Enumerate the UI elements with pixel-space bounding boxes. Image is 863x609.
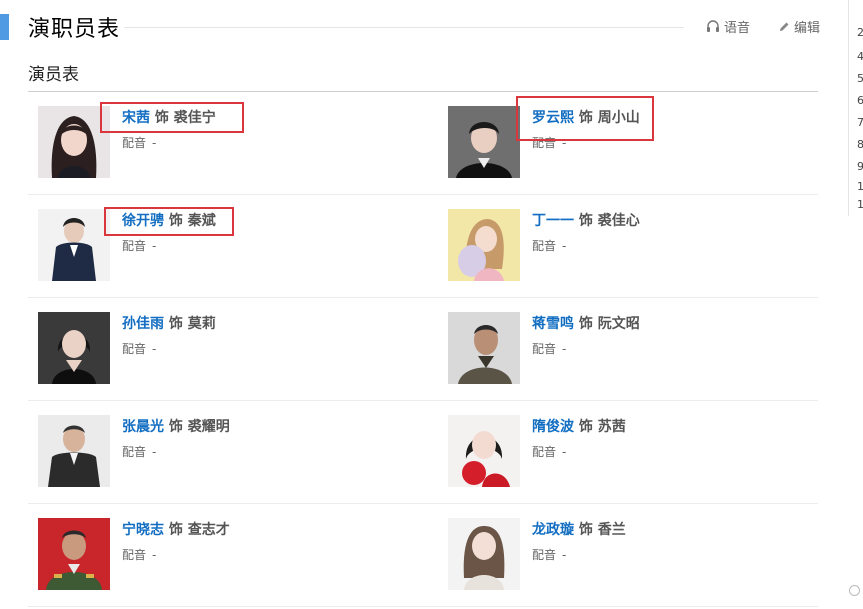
- as-label: 饰: [578, 316, 593, 332]
- highlight-box: [100, 102, 244, 133]
- cast-row: 孙佳雨 饰 莫莉 配音 - 蒋雪鸣 饰 阮文昭 配音 -: [28, 298, 818, 401]
- actor-name-link[interactable]: 蒋雪鸣: [532, 316, 574, 332]
- cast-row: 宋茜 饰 裘佳宁 配音 - 罗云熙 饰 周小山 配音 -: [28, 92, 818, 195]
- cast-item: 徐开骋 饰 秦斌 配音 -: [38, 207, 418, 283]
- actor-name-link[interactable]: 宁晓志: [122, 522, 164, 538]
- actor-photo[interactable]: [448, 312, 520, 384]
- cast-item: 罗云熙 饰 周小山 配音 -: [448, 96, 828, 180]
- actor-photo[interactable]: [38, 518, 110, 590]
- side-panel-char: 8: [857, 138, 863, 151]
- cast-row: 徐开骋 饰 秦斌 配音 - 丁一一 饰 裘佳心 配音 -: [28, 195, 818, 298]
- actor-photo[interactable]: [448, 415, 520, 487]
- role-name: 阮文昭: [597, 316, 640, 332]
- voice-actor-value: -: [562, 239, 567, 253]
- side-panel-char: 4: [857, 50, 863, 63]
- cast-item: 孙佳雨 饰 莫莉 配音 -: [38, 312, 418, 386]
- voice-actor-value: -: [152, 136, 157, 150]
- voice-actor-label: 配音: [122, 239, 147, 253]
- cast-item: 蒋雪鸣 饰 阮文昭 配音 -: [448, 312, 828, 386]
- cast-grid: 宋茜 饰 裘佳宁 配音 - 罗云熙 饰 周小山 配音 - 徐开骋 饰 秦斌 配音…: [28, 92, 818, 607]
- actor-photo[interactable]: [448, 106, 520, 178]
- voice-button[interactable]: 语音: [706, 17, 750, 36]
- role-name: 香兰: [597, 522, 626, 538]
- side-panel-char: 5: [857, 72, 863, 85]
- actor-name-link[interactable]: 孙佳雨: [122, 316, 164, 332]
- voice-actor-value: -: [562, 342, 567, 356]
- highlight-box: [104, 207, 234, 236]
- voice-actor-label: 配音: [122, 548, 147, 562]
- actor-name-link[interactable]: 龙政璇: [532, 522, 574, 538]
- cast-item: 隋俊波 饰 苏茜 配音 -: [448, 415, 828, 489]
- role-name: 查志才: [187, 522, 230, 538]
- voice-actor-label: 配音: [122, 136, 147, 150]
- actor-name-link[interactable]: 隋俊波: [532, 419, 574, 435]
- as-label: 饰: [168, 316, 183, 332]
- actor-photo[interactable]: [38, 415, 110, 487]
- cast-item: 龙政璇 饰 香兰 配音 -: [448, 518, 828, 592]
- role-name: 苏茜: [597, 419, 626, 435]
- cast-item: 张晨光 饰 裘耀明 配音 -: [38, 415, 418, 489]
- cast-row: 张晨光 饰 裘耀明 配音 - 隋俊波 饰 苏茜 配音 -: [28, 401, 818, 504]
- side-panel-char: 7: [857, 116, 863, 129]
- page-title: 演职员表: [28, 17, 121, 42]
- cast-item: 宁晓志 饰 查志才 配音 -: [38, 518, 418, 592]
- side-panel-char: 6: [857, 94, 863, 107]
- section-title: 演员表: [28, 65, 79, 85]
- voice-actor-label: 配音: [122, 342, 147, 356]
- as-label: 饰: [578, 213, 593, 229]
- edit-label: 编辑: [794, 21, 821, 36]
- role-name: 莫莉: [187, 316, 216, 332]
- actor-name-link[interactable]: 丁一一: [532, 213, 574, 229]
- actor-photo[interactable]: [38, 312, 110, 384]
- as-label: 饰: [578, 522, 593, 538]
- voice-actor-value: -: [152, 342, 157, 356]
- voice-actor-label: 配音: [532, 445, 557, 459]
- cast-item: 宋茜 饰 裘佳宁 配音 -: [38, 102, 418, 180]
- role-name: 裘佳心: [597, 213, 640, 229]
- side-panel-char: 2: [857, 26, 863, 39]
- side-panel-char: 9: [857, 160, 863, 173]
- side-panel-char: 1: [857, 198, 863, 211]
- actor-name-link[interactable]: 张晨光: [122, 419, 164, 435]
- cast-item: 丁一一 饰 裘佳心 配音 -: [448, 209, 828, 283]
- voice-actor-value: -: [152, 548, 157, 562]
- voice-actor-value: -: [152, 239, 157, 253]
- headphones-icon: [706, 20, 720, 33]
- as-label: 饰: [578, 419, 593, 435]
- as-label: 饰: [168, 419, 183, 435]
- voice-actor-value: -: [152, 445, 157, 459]
- voice-actor-value: -: [562, 548, 567, 562]
- pencil-icon: [778, 21, 790, 33]
- title-accent-bar: [0, 14, 9, 40]
- title-divider: [124, 27, 684, 28]
- cast-row: 宁晓志 饰 查志才 配音 - 龙政璇 饰 香兰 配音 -: [28, 504, 818, 607]
- actor-photo[interactable]: [448, 518, 520, 590]
- role-name: 裘耀明: [187, 419, 230, 435]
- actor-photo[interactable]: [448, 209, 520, 281]
- highlight-box: [516, 96, 654, 141]
- edit-button[interactable]: 编辑: [778, 17, 820, 36]
- voice-actor-value: -: [562, 445, 567, 459]
- voice-actor-label: 配音: [532, 342, 557, 356]
- as-label: 饰: [168, 522, 183, 538]
- actor-photo[interactable]: [38, 209, 110, 281]
- voice-label: 语音: [724, 21, 751, 36]
- voice-actor-label: 配音: [532, 239, 557, 253]
- voice-actor-label: 配音: [122, 445, 147, 459]
- side-panel-char: 1: [857, 180, 863, 193]
- scroll-indicator-icon[interactable]: [849, 585, 860, 596]
- voice-actor-label: 配音: [532, 548, 557, 562]
